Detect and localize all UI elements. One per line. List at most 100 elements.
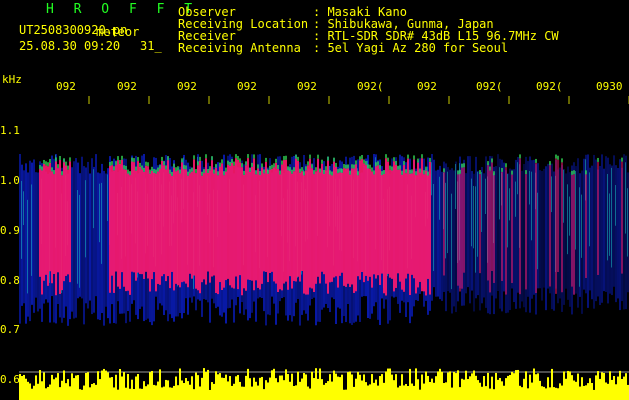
echo-column [443, 172, 445, 276]
power-bar [23, 374, 25, 400]
power-bar [531, 382, 533, 400]
echo-edge [555, 154, 557, 159]
echo-edge [359, 156, 361, 161]
echo-edge [217, 171, 219, 176]
echo-edge [141, 165, 143, 170]
noise-streak [107, 174, 108, 222]
echo-edge [297, 156, 299, 161]
power-bar [251, 386, 253, 400]
echo-column [201, 175, 203, 283]
app-title: H R O F F T [46, 2, 199, 17]
echo-column [425, 170, 427, 296]
power-bar [211, 382, 213, 400]
power-bar [297, 371, 299, 400]
noise-streak [481, 171, 482, 232]
echo-edge [395, 160, 397, 165]
echo-column [339, 172, 341, 276]
noise-column [73, 161, 75, 319]
echo-column [55, 161, 57, 296]
noise-column [539, 170, 541, 289]
power-bar [345, 389, 347, 400]
noise-column [105, 173, 107, 307]
power-bar [219, 373, 221, 400]
noise-column [37, 172, 39, 312]
echo-edge [235, 154, 237, 159]
echo-edge [177, 166, 179, 171]
echo-column [131, 161, 133, 272]
echo-column [333, 161, 335, 278]
echo-column [421, 158, 423, 292]
noise-column [543, 168, 545, 288]
power-bar [147, 384, 149, 400]
noise-column [569, 172, 571, 307]
noise-column [435, 170, 437, 297]
echo-column [461, 167, 463, 289]
echo-edge [299, 168, 301, 173]
x-tick: 0930 [596, 80, 623, 93]
power-bar [433, 382, 435, 400]
noise-column [623, 154, 625, 310]
power-bar [393, 380, 395, 400]
echo-edge [67, 165, 69, 170]
echo-edge [161, 156, 163, 161]
echo-column [213, 173, 215, 276]
power-bar [453, 371, 455, 400]
power-bar [317, 378, 319, 400]
echo-column [295, 158, 297, 282]
echo-column [211, 160, 213, 277]
echo-edge [191, 167, 193, 172]
echo-column [151, 170, 153, 280]
y-tick: 0.8 [0, 274, 20, 287]
echo-column [597, 161, 599, 275]
echo-edge [61, 171, 63, 176]
power-bar [441, 371, 443, 400]
echo-edge [535, 158, 537, 163]
echo-column [501, 171, 503, 282]
power-bar [593, 389, 595, 400]
power-bar [481, 386, 483, 400]
echo-column [297, 160, 299, 277]
echo-column [459, 173, 461, 292]
power-bar [155, 385, 157, 400]
power-bar [591, 382, 593, 400]
noise-streak [529, 170, 530, 205]
echo-edge [157, 167, 159, 172]
power-bar [167, 380, 169, 400]
y-tick: 0.7 [0, 323, 20, 336]
echo-edge [339, 168, 341, 173]
echo-edge [41, 166, 43, 171]
noise-streak [23, 191, 24, 226]
power-bar [213, 383, 215, 400]
echo-column [359, 160, 361, 280]
power-bar [565, 378, 567, 400]
echo-column [407, 158, 409, 274]
power-bar [47, 386, 49, 400]
echo-edge [55, 157, 57, 162]
power-bar [185, 378, 187, 400]
echo-edge [505, 163, 507, 168]
echo-edge [397, 165, 399, 170]
echo-edge [163, 161, 165, 166]
echo-edge [333, 157, 335, 162]
power-bar [193, 389, 195, 400]
echo-column [287, 170, 289, 290]
echo-edge [151, 166, 153, 171]
x-tick: 092( [536, 80, 563, 93]
power-bar [179, 368, 181, 400]
noise-streak [607, 173, 608, 261]
noise-column [465, 173, 467, 294]
noise-column [523, 163, 525, 308]
noise-column [565, 173, 567, 289]
power-bar [61, 380, 63, 400]
echo-edge [133, 158, 135, 163]
power-bar [415, 368, 417, 400]
echo-column [315, 171, 317, 284]
echo-edge [479, 170, 481, 175]
echo-column [363, 163, 365, 283]
power-bar [263, 389, 265, 400]
echo-edge [183, 165, 185, 170]
echo-column [239, 162, 241, 276]
x-tick: 092 [56, 80, 76, 93]
echo-column [555, 158, 557, 294]
echo-edge [185, 165, 187, 170]
